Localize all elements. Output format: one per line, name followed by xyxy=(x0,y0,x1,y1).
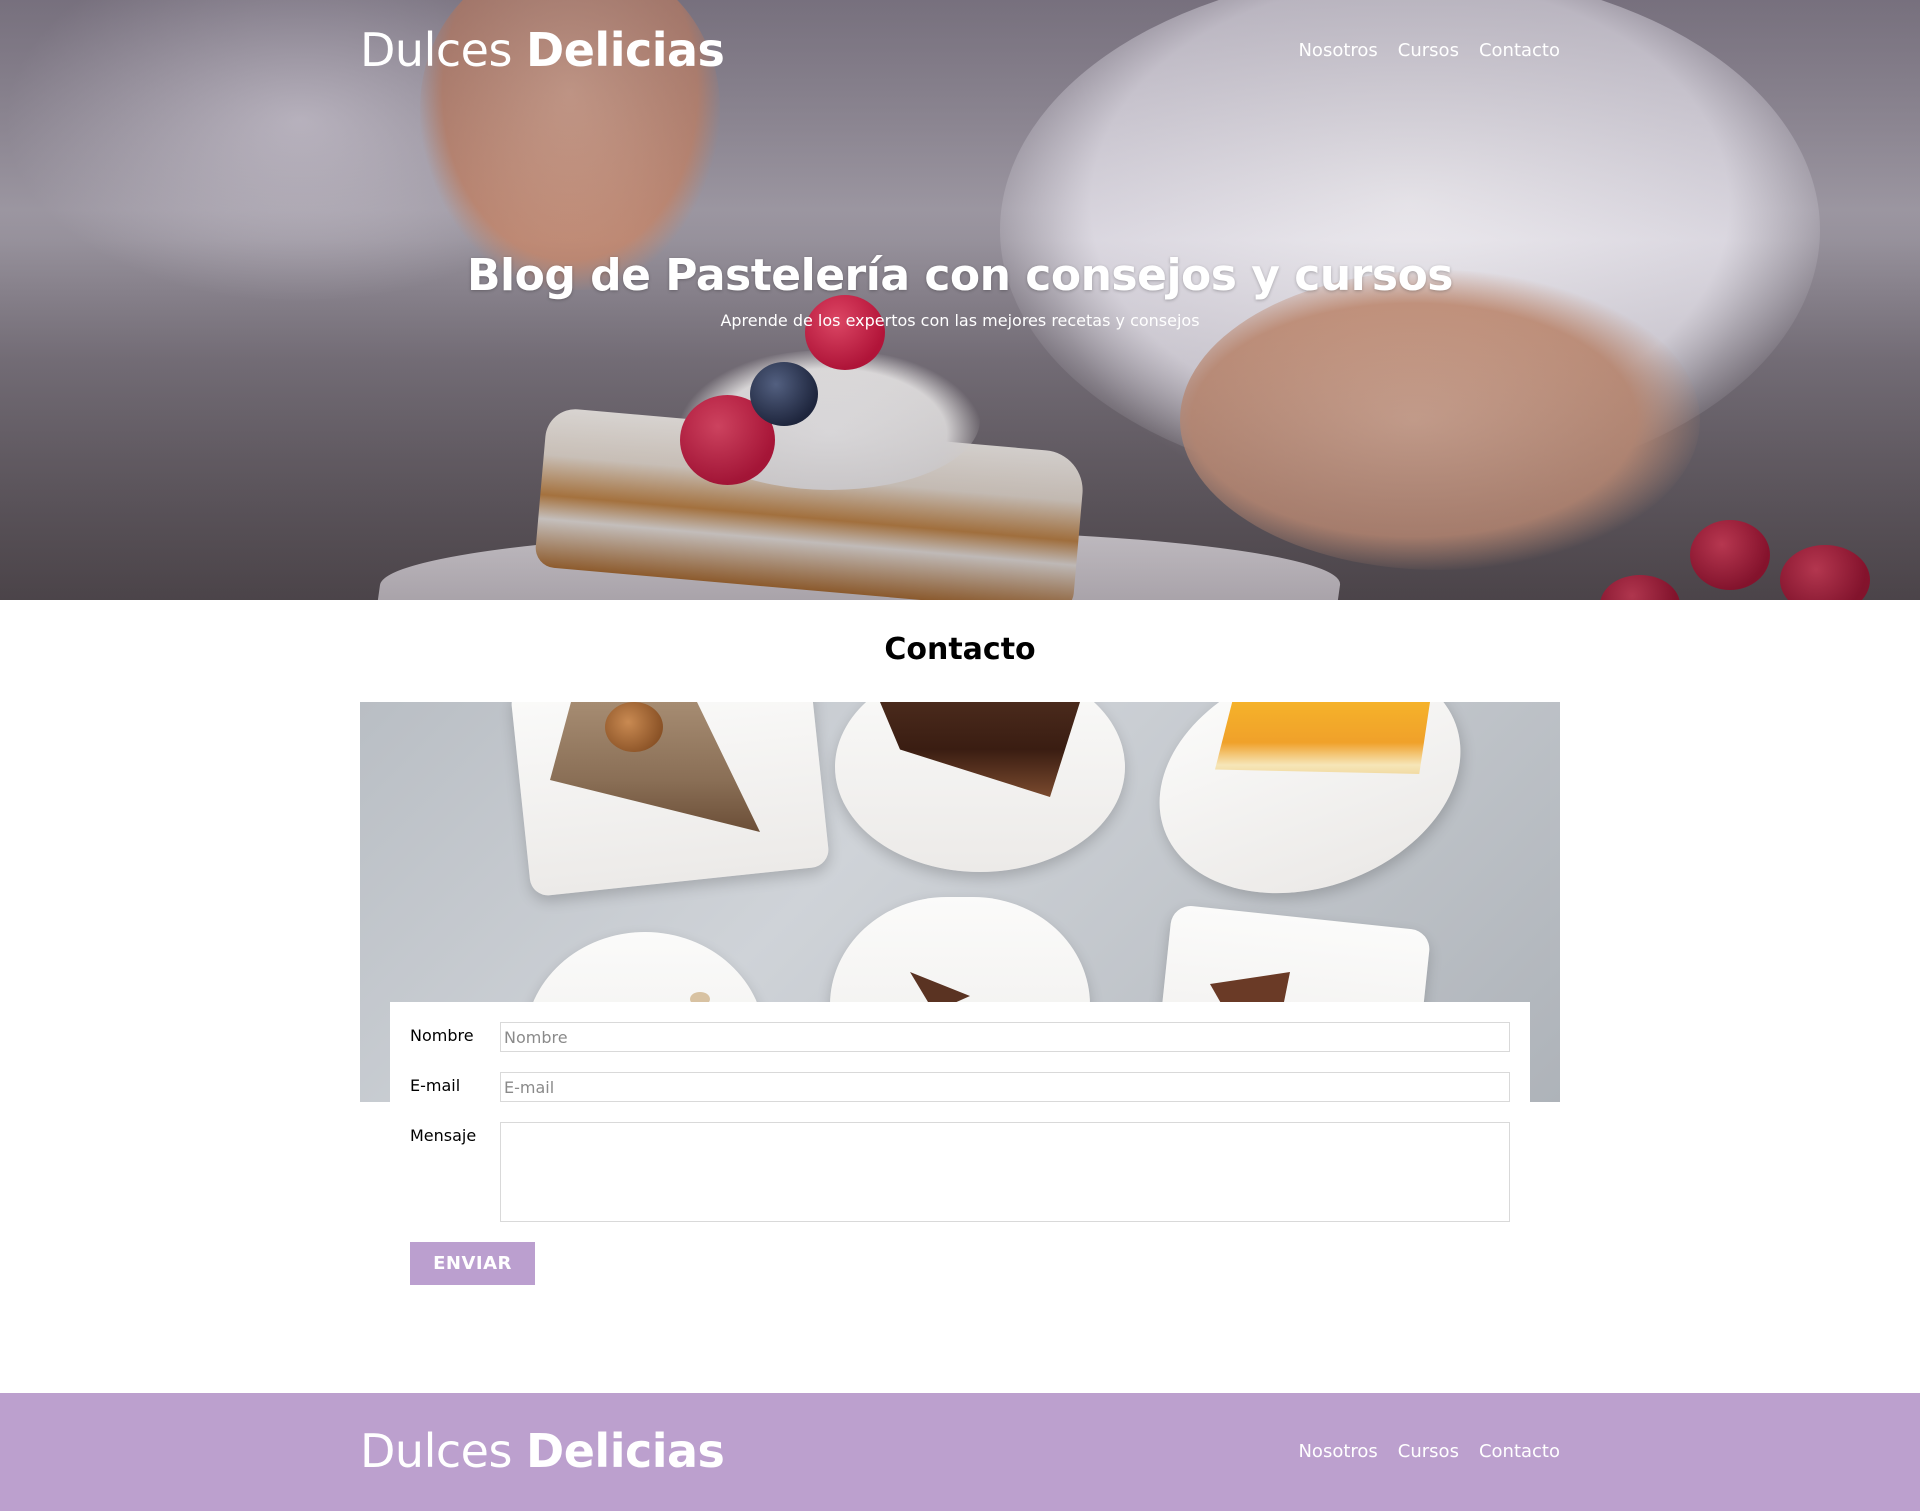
footer-nav-link-nosotros[interactable]: Nosotros xyxy=(1298,1441,1377,1462)
logo-light-text: Dulces xyxy=(360,23,527,77)
submit-button[interactable]: ENVIAR xyxy=(410,1242,535,1285)
main-nav: Nosotros Cursos Contacto xyxy=(1298,40,1560,61)
form-row-email: E-mail xyxy=(410,1072,1510,1102)
footer-logo-bold-text: Delicias xyxy=(526,1424,725,1478)
form-row-name: Nombre xyxy=(410,1022,1510,1052)
form-row-message: Mensaje xyxy=(410,1122,1510,1222)
hero-banner: Dulces Delicias Nosotros Cursos Contacto… xyxy=(0,0,1920,600)
header-bar: Dulces Delicias Nosotros Cursos Contacto xyxy=(360,23,1560,77)
contact-title: Contacto xyxy=(884,632,1036,667)
footer-logo[interactable]: Dulces Delicias xyxy=(360,1424,725,1478)
email-label: E-mail xyxy=(410,1076,461,1095)
name-label: Nombre xyxy=(410,1026,474,1045)
walnut-icon xyxy=(605,702,663,752)
footer-nav-link-contacto[interactable]: Contacto xyxy=(1479,1441,1560,1462)
footer-nav: Nosotros Cursos Contacto xyxy=(1298,1441,1560,1462)
email-input[interactable] xyxy=(500,1072,1510,1102)
nav-link-nosotros[interactable]: Nosotros xyxy=(1298,40,1377,61)
message-textarea[interactable] xyxy=(500,1122,1510,1222)
site-logo[interactable]: Dulces Delicias xyxy=(360,23,725,77)
hero-text: Blog de Pastelería con consejos y cursos… xyxy=(0,250,1920,330)
nav-link-contacto[interactable]: Contacto xyxy=(1479,40,1560,61)
site-footer: Dulces Delicias Nosotros Cursos Contacto xyxy=(0,1393,1920,1511)
footer-bar: Dulces Delicias Nosotros Cursos Contacto xyxy=(360,1424,1560,1478)
contact-form: Nombre E-mail Mensaje ENVIAR xyxy=(390,1002,1530,1302)
footer-nav-link-cursos[interactable]: Cursos xyxy=(1398,1441,1459,1462)
hero-subtitle: Aprende de los expertos con las mejores … xyxy=(720,311,1200,330)
footer-logo-light-text: Dulces xyxy=(360,1424,527,1478)
logo-bold-text: Delicias xyxy=(526,23,725,77)
hero-title: Blog de Pastelería con consejos y cursos xyxy=(466,250,1454,301)
message-label: Mensaje xyxy=(410,1126,477,1145)
nav-link-cursos[interactable]: Cursos xyxy=(1398,40,1459,61)
name-input[interactable] xyxy=(500,1022,1510,1052)
